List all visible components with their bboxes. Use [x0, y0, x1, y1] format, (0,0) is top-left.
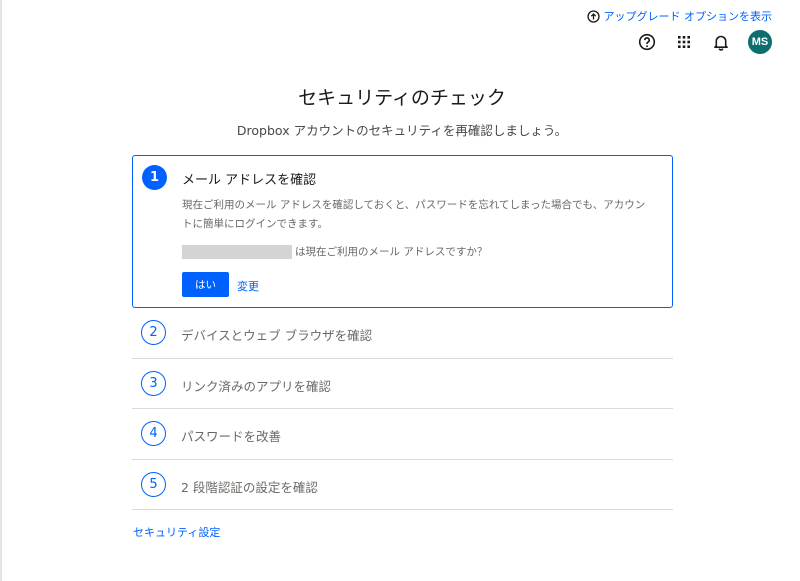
step-review-two-step[interactable]: 5 2 段階認証の設定を確認 — [132, 460, 673, 510]
change-email-link[interactable]: 変更 — [237, 278, 259, 294]
masked-email-address — [182, 244, 292, 259]
email-question-text: は現在ご利用のメール アドレスですか？ — [295, 246, 488, 258]
email-confirm-question: は現在ご利用のメール アドレスですか？ — [182, 244, 487, 259]
step-verify-email: 1 メール アドレスを確認 現在ご利用のメール アドレスを確認しておくと、パスワ… — [132, 155, 673, 308]
notification-bell-icon[interactable] — [711, 32, 731, 52]
upgrade-arrow-icon — [586, 9, 600, 23]
step-review-linked-apps[interactable]: 3 リンク済みのアプリを確認 — [132, 359, 673, 409]
avatar[interactable]: MS — [748, 30, 772, 54]
help-icon[interactable] — [637, 32, 657, 52]
upgrade-options-link[interactable]: アップグレード オプションを表示 — [586, 8, 773, 24]
step-review-devices[interactable]: 2 デバイスとウェブ ブラウザを確認 — [132, 308, 673, 359]
upgrade-options-label: アップグレード オプションを表示 — [603, 10, 773, 23]
step-label: パスワードを改善 — [181, 429, 282, 444]
step-label: リンク済みのアプリを確認 — [181, 378, 332, 394]
step-description: 現在ご利用のメール アドレスを確認しておくと、パスワードを忘れてしまった場合でも… — [182, 199, 646, 230]
step-number-badge: 1 — [142, 165, 167, 190]
security-settings-link[interactable]: セキュリティ設定 — [133, 524, 220, 540]
step-label: 2 段階認証の設定を確認 — [181, 479, 318, 495]
step-number-badge: 2 — [141, 320, 166, 345]
step-number-badge: 3 — [141, 370, 166, 396]
page-title: セキュリティのチェック — [298, 87, 506, 109]
top-toolbar: MS — [637, 30, 772, 54]
page-subtitle: Dropbox アカウントのセキュリティを再確認しましょう。 — [236, 123, 568, 138]
app-grid-icon[interactable] — [674, 32, 694, 52]
security-steps-list: 1 メール アドレスを確認 現在ご利用のメール アドレスを確認しておくと、パスワ… — [132, 155, 673, 510]
step-title: メール アドレスを確認 — [182, 173, 317, 188]
step-label: デバイスとウェブ ブラウザを確認 — [181, 328, 373, 343]
step-number-badge: 4 — [141, 421, 166, 446]
yes-button[interactable]: はい — [182, 272, 229, 297]
step-number-badge: 5 — [141, 471, 166, 497]
step-improve-password[interactable]: 4 パスワードを改善 — [132, 409, 673, 460]
